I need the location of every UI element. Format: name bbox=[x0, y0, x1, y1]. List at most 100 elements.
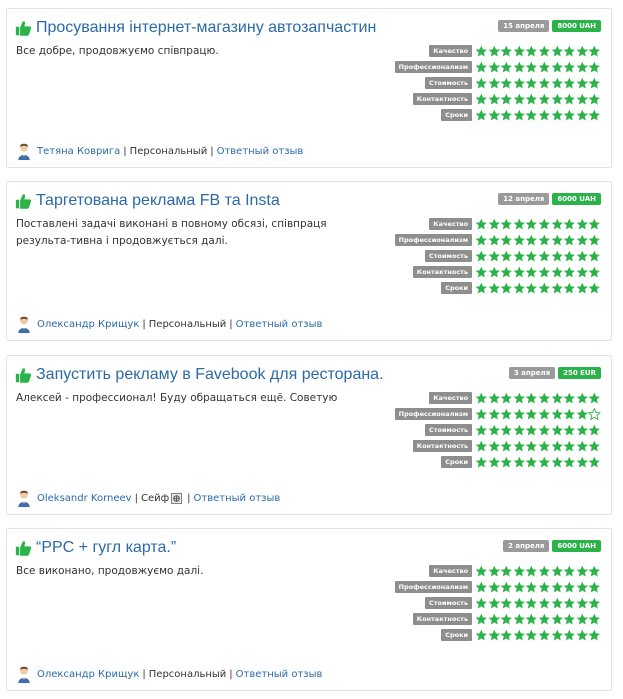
rating-stars bbox=[475, 250, 601, 263]
star-filled-icon bbox=[589, 581, 601, 593]
footer-separator: | bbox=[134, 492, 138, 504]
star-filled-icon bbox=[576, 93, 588, 105]
star-filled-icon bbox=[589, 77, 601, 89]
star-filled-icon bbox=[488, 392, 500, 404]
review-text: Поставлені задачі виконані в повному обс… bbox=[16, 218, 327, 247]
star-filled-icon bbox=[589, 565, 601, 577]
star-filled-icon bbox=[576, 77, 588, 89]
star-filled-icon bbox=[538, 408, 550, 420]
review-badges: 12 апреля 6000 UAH bbox=[498, 193, 601, 205]
star-filled-icon bbox=[475, 218, 488, 230]
review-author-link[interactable]: Олександр Крищук bbox=[37, 319, 139, 330]
footer-separator: | bbox=[187, 492, 191, 504]
star-filled-icon bbox=[563, 424, 576, 436]
rating-row: Стоимость bbox=[395, 75, 601, 91]
star-filled-icon bbox=[500, 597, 513, 609]
star-filled-icon bbox=[526, 218, 538, 230]
user-avatar-icon bbox=[18, 666, 30, 683]
reply-review-link[interactable]: Ответный отзыв bbox=[236, 319, 323, 330]
star-filled-icon bbox=[488, 581, 500, 593]
reply-review-link[interactable]: Ответный отзыв bbox=[217, 146, 304, 157]
star-filled-icon bbox=[538, 597, 550, 609]
review-author-link[interactable]: Тетяна Коврига bbox=[37, 146, 120, 157]
rating-stars bbox=[475, 218, 601, 231]
review-card: Таргетована реклама FB та Insta 12 апрел… bbox=[6, 181, 612, 341]
star-filled-icon bbox=[576, 218, 588, 230]
star-filled-icon bbox=[488, 408, 500, 420]
star-filled-icon bbox=[475, 61, 488, 73]
star-filled-icon bbox=[563, 456, 576, 468]
star-filled-icon bbox=[576, 61, 588, 73]
star-filled-icon bbox=[488, 218, 500, 230]
review-title[interactable]: “PPC + гугл карта.” bbox=[36, 539, 176, 557]
star-filled-icon bbox=[500, 266, 513, 278]
star-filled-icon bbox=[551, 218, 563, 230]
rating-row: Контактность bbox=[395, 438, 601, 454]
star-filled-icon bbox=[475, 45, 488, 57]
star-filled-icon bbox=[563, 629, 576, 641]
rating-label: Профессионализм bbox=[394, 581, 473, 593]
rating-row: Сроки bbox=[395, 454, 601, 470]
review-header: Таргетована реклама FB та Insta bbox=[15, 190, 280, 212]
thumbs-up-icon bbox=[15, 20, 32, 36]
rating-row: Качество bbox=[395, 43, 601, 59]
star-filled-icon bbox=[500, 440, 513, 452]
rating-label: Стоимость bbox=[424, 77, 473, 89]
reply-review-link[interactable]: Ответный отзыв bbox=[236, 669, 323, 680]
rating-stars bbox=[475, 565, 601, 578]
review-title[interactable]: Просування інтернет-магазину автозапчаст… bbox=[36, 19, 376, 37]
review-title[interactable]: Таргетована реклама FB та Insta bbox=[36, 192, 280, 210]
star-filled-icon bbox=[576, 234, 588, 246]
star-filled-icon bbox=[513, 77, 525, 89]
star-filled-icon bbox=[513, 456, 525, 468]
star-filled-icon bbox=[563, 250, 576, 262]
star-filled-icon bbox=[513, 61, 525, 73]
star-empty-icon bbox=[588, 407, 601, 421]
star-filled-icon bbox=[500, 250, 513, 262]
user-avatar-icon bbox=[18, 143, 30, 160]
review-card: Запустить рекламу в Favebook для рестора… bbox=[6, 355, 612, 515]
rating-row: Качество bbox=[395, 390, 601, 406]
star-filled-icon bbox=[576, 440, 588, 452]
star-filled-icon bbox=[526, 250, 538, 262]
star-filled-icon bbox=[500, 61, 513, 73]
star-filled-icon bbox=[576, 581, 588, 593]
rating-label: Качество bbox=[429, 392, 473, 404]
star-filled-icon bbox=[576, 424, 588, 436]
star-filled-icon bbox=[526, 93, 538, 105]
star-filled-icon bbox=[538, 218, 550, 230]
star-filled-icon bbox=[513, 218, 525, 230]
star-filled-icon bbox=[563, 565, 576, 577]
star-filled-icon bbox=[475, 456, 488, 468]
star-filled-icon bbox=[513, 45, 525, 57]
star-filled-icon bbox=[589, 234, 601, 246]
rating-label: Стоимость bbox=[424, 424, 473, 436]
star-filled-icon bbox=[488, 613, 500, 625]
star-filled-icon bbox=[589, 45, 601, 57]
star-filled-icon bbox=[488, 234, 500, 246]
star-filled-icon bbox=[563, 440, 576, 452]
rating-stars bbox=[475, 456, 601, 469]
review-date-badge: 2 апреля bbox=[503, 540, 550, 552]
star-filled-icon bbox=[538, 565, 550, 577]
star-filled-icon bbox=[576, 629, 588, 641]
star-filled-icon bbox=[526, 109, 538, 121]
star-filled-icon bbox=[551, 77, 563, 89]
rating-stars bbox=[475, 629, 601, 642]
star-filled-icon bbox=[538, 581, 550, 593]
star-filled-icon bbox=[589, 392, 601, 404]
star-filled-icon bbox=[513, 424, 525, 436]
safe-icon bbox=[171, 492, 183, 504]
review-type: Персональный bbox=[148, 668, 227, 680]
review-card: “PPC + гугл карта.” 2 апреля 6000 UAH Вс… bbox=[6, 528, 612, 691]
review-author-link[interactable]: Олександр Крищук bbox=[37, 669, 139, 680]
star-filled-icon bbox=[576, 456, 588, 468]
star-filled-icon bbox=[538, 456, 550, 468]
reply-review-link[interactable]: Ответный отзыв bbox=[194, 493, 281, 504]
review-header: “PPC + гугл карта.” bbox=[15, 537, 176, 559]
star-filled-icon bbox=[526, 565, 538, 577]
review-price-badge: 8000 UAH bbox=[552, 20, 601, 32]
footer-separator: | bbox=[142, 318, 146, 330]
review-title[interactable]: Запустить рекламу в Favebook для рестора… bbox=[36, 366, 384, 384]
review-author-link[interactable]: Oleksandr Korneev bbox=[37, 493, 132, 504]
